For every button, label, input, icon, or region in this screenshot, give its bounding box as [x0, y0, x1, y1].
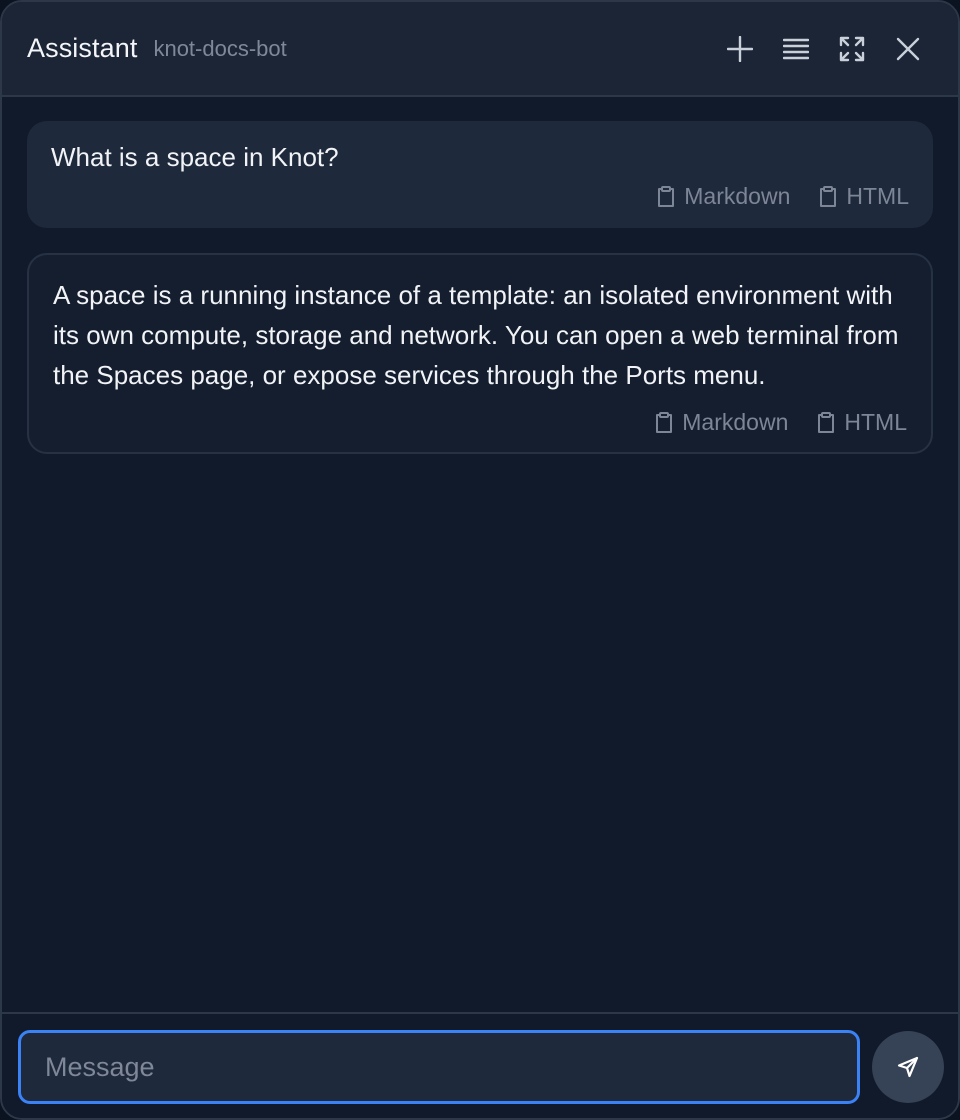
message-text: A space is a running instance of a templ… — [53, 280, 899, 390]
copy-markdown-button[interactable]: Markdown — [656, 183, 790, 210]
header-title: Assistant — [27, 33, 138, 63]
clipboard-icon — [820, 185, 837, 207]
header-actions — [712, 21, 936, 77]
message-text: What is a space in Knot? — [51, 142, 339, 172]
list-icon — [783, 38, 809, 59]
expand-button[interactable] — [824, 21, 880, 77]
user-message: What is a space in Knot? Markdown HTML — [27, 121, 933, 228]
assistant-message: A space is a running instance of a templ… — [27, 253, 933, 454]
copy-html-label: HTML — [846, 183, 909, 209]
composer — [2, 1012, 958, 1118]
clipboard-icon — [656, 411, 673, 433]
close-icon — [896, 37, 920, 60]
expand-icon — [839, 36, 865, 61]
copy-markdown-label: Markdown — [682, 409, 789, 435]
new-chat-button[interactable] — [712, 21, 768, 77]
copy-html-label: HTML — [844, 409, 907, 435]
header: Assistant knot-docs-bot — [2, 2, 958, 97]
header-subtitle: knot-docs-bot — [153, 35, 287, 61]
copy-html-button[interactable]: HTML — [816, 409, 907, 436]
message-input[interactable] — [18, 1030, 860, 1104]
close-button[interactable] — [880, 21, 936, 77]
copy-actions: Markdown HTML — [53, 409, 907, 436]
copy-markdown-button[interactable]: Markdown — [654, 409, 788, 436]
copy-markdown-label: Markdown — [684, 183, 791, 209]
message-list: What is a space in Knot? Markdown HTML A… — [2, 97, 958, 1012]
send-button[interactable] — [872, 1031, 944, 1103]
assistant-window: Assistant knot-docs-bot What is a space … — [0, 0, 960, 1120]
send-icon — [897, 1056, 919, 1078]
clipboard-icon — [818, 411, 835, 433]
copy-actions: Markdown HTML — [51, 183, 909, 210]
plus-icon — [727, 35, 753, 62]
copy-html-button[interactable]: HTML — [818, 183, 909, 210]
history-button[interactable] — [768, 21, 824, 77]
clipboard-icon — [658, 185, 675, 207]
